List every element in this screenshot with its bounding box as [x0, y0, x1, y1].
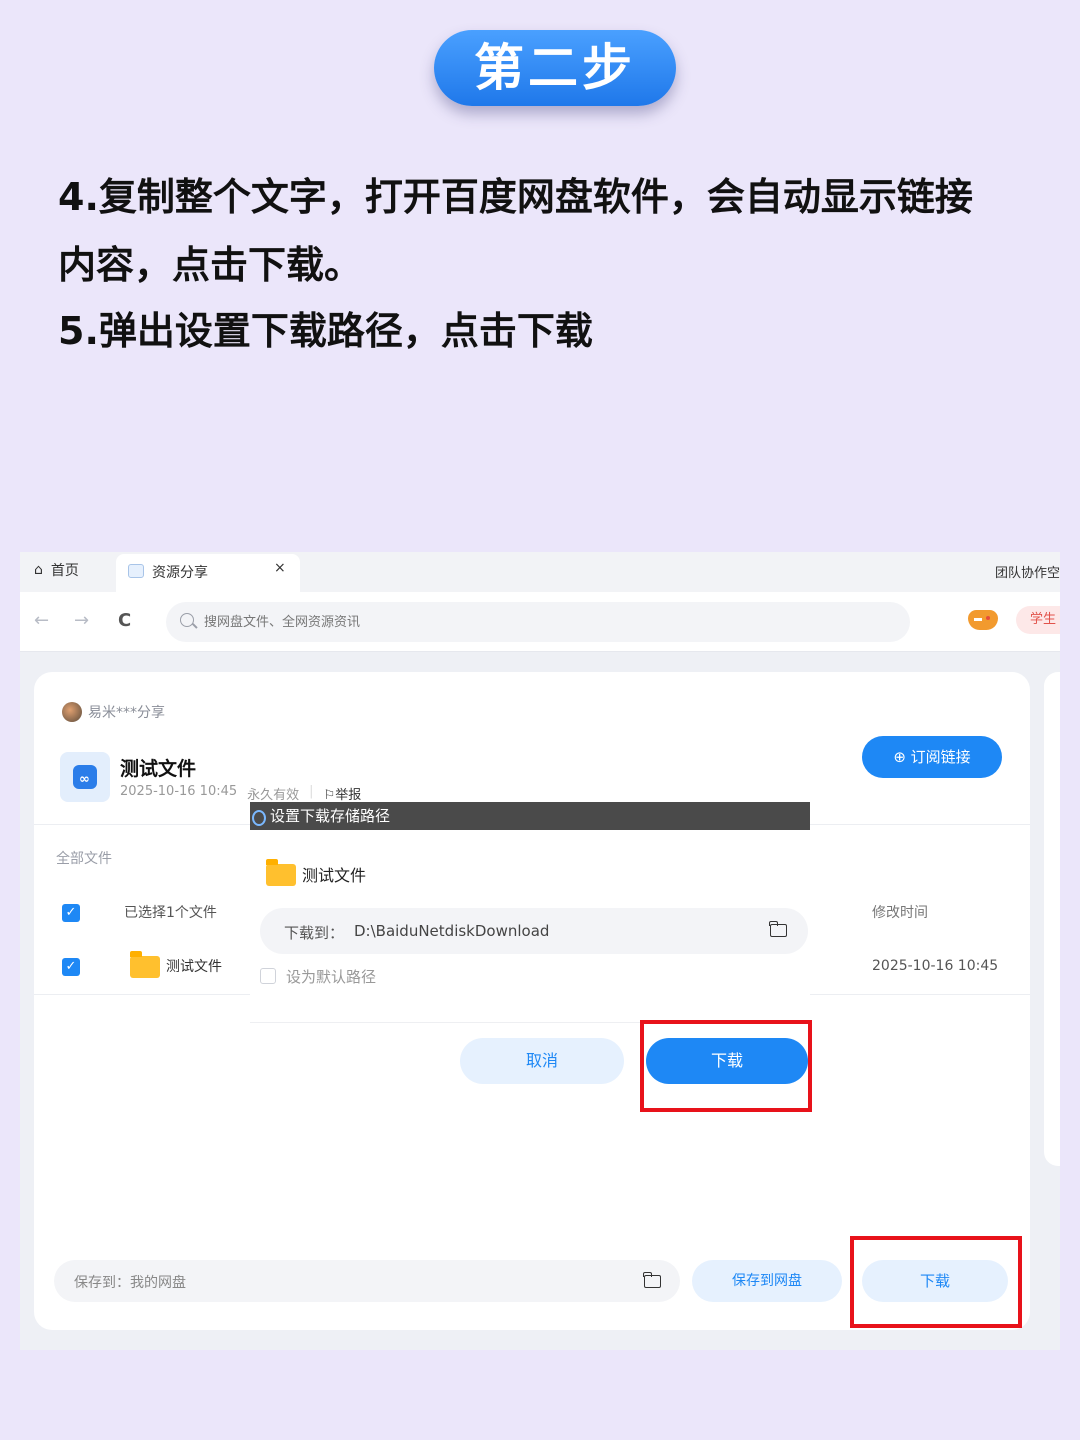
- forward-arrow-icon[interactable]: →: [74, 610, 89, 631]
- close-icon[interactable]: ×: [274, 560, 286, 576]
- step-title-pill: 第二步: [434, 30, 676, 106]
- file-row-time: 2025-10-16 10:45: [872, 958, 999, 974]
- search-input[interactable]: [204, 612, 884, 632]
- default-path-label: 设为默认路径: [286, 968, 377, 986]
- dialog-folder-name: 测试文件: [302, 866, 367, 885]
- subscribe-link-button[interactable]: ⊕ 订阅链接: [862, 736, 1002, 778]
- instruction-line-3: 5.弹出设置下载路径，点击下载: [58, 309, 593, 353]
- app-screenshot: ⌂ 首页 资源分享 × 团队协作空 ← → C 学生 易米***分享 ∞ 测试文…: [20, 552, 1060, 1350]
- tab-resource-share[interactable]: 资源分享 ×: [116, 554, 300, 592]
- link-file-icon: ∞: [60, 752, 110, 802]
- file-row-name[interactable]: 测试文件: [166, 956, 222, 976]
- cancel-button[interactable]: 取消: [460, 1038, 624, 1084]
- folder-outline-icon[interactable]: [769, 921, 787, 937]
- sharer-name: 易米***分享: [88, 705, 165, 721]
- report-icon: ⚐: [323, 788, 336, 803]
- default-path-checkbox[interactable]: [260, 968, 276, 984]
- highlight-box-bottom-download: [850, 1236, 1022, 1328]
- instruction-line-2: 内容，点击下载。: [58, 243, 363, 287]
- side-panel-edge: [1044, 672, 1060, 1166]
- folder-icon: [266, 859, 296, 886]
- sharer-info: 易米***分享: [62, 702, 165, 722]
- back-arrow-icon[interactable]: ←: [34, 610, 49, 631]
- search-icon: [180, 613, 194, 627]
- save-path-field[interactable]: 保存到：我的网盘: [54, 1260, 680, 1302]
- avatar: [62, 702, 82, 722]
- column-header-modified-time[interactable]: 修改时间: [872, 902, 928, 922]
- row-checkbox[interactable]: ✓: [62, 958, 80, 976]
- save-to-netdisk-button[interactable]: 保存到网盘: [692, 1260, 842, 1302]
- subscribe-label: 订阅链接: [910, 748, 971, 766]
- tab-home[interactable]: ⌂ 首页: [34, 560, 79, 580]
- folder-icon: [130, 951, 160, 978]
- home-icon: ⌂: [34, 562, 43, 578]
- page-icon: [128, 564, 144, 578]
- tab-bar: ⌂ 首页 资源分享 × 团队协作空: [20, 552, 1060, 592]
- plus-circle-icon: ⊕: [893, 748, 911, 766]
- gamepad-icon[interactable]: [968, 610, 998, 630]
- dialog-title-bar: 设置下载存储路径: [250, 802, 810, 830]
- download-path-label: 下载到：: [284, 924, 345, 942]
- tab-resource-share-label: 资源分享: [152, 565, 208, 581]
- highlight-box-dialog-download: [640, 1020, 812, 1112]
- meta-separator: |: [309, 784, 314, 799]
- share-validity: 永久有效: [247, 788, 300, 803]
- breadcrumb-all-files[interactable]: 全部文件: [56, 848, 112, 868]
- save-path-label: 保存到：我的网盘: [74, 1275, 186, 1291]
- selected-count: 已选择1个文件: [124, 905, 217, 921]
- link-icon: ∞: [79, 772, 90, 787]
- student-badge[interactable]: 学生: [1016, 606, 1060, 634]
- share-date: 2025-10-16 10:45: [120, 784, 238, 799]
- download-path-field[interactable]: 下载到： D:\BaiduNetdiskDownload: [260, 908, 808, 954]
- tab-home-label: 首页: [50, 563, 79, 579]
- nav-bar: ← → C 学生: [20, 592, 1060, 652]
- select-all-checkbox[interactable]: ✓: [62, 904, 80, 922]
- download-path-value: D:\BaiduNetdiskDownload: [354, 922, 550, 940]
- folder-outline-icon[interactable]: [643, 1272, 661, 1288]
- team-collab-link[interactable]: 团队协作空: [995, 562, 1060, 581]
- share-meta: 2025-10-16 10:45 永久有效 | ⚐举报: [120, 784, 361, 803]
- report-link[interactable]: ⚐举报: [324, 784, 362, 803]
- report-label: 举报: [335, 788, 362, 803]
- refresh-icon[interactable]: C: [118, 610, 131, 631]
- search-bar[interactable]: [166, 602, 910, 642]
- share-file-title: 测试文件: [120, 758, 197, 780]
- instruction-line-1: 4.复制整个文字，打开百度网盘软件，会自动显示链接: [58, 175, 973, 219]
